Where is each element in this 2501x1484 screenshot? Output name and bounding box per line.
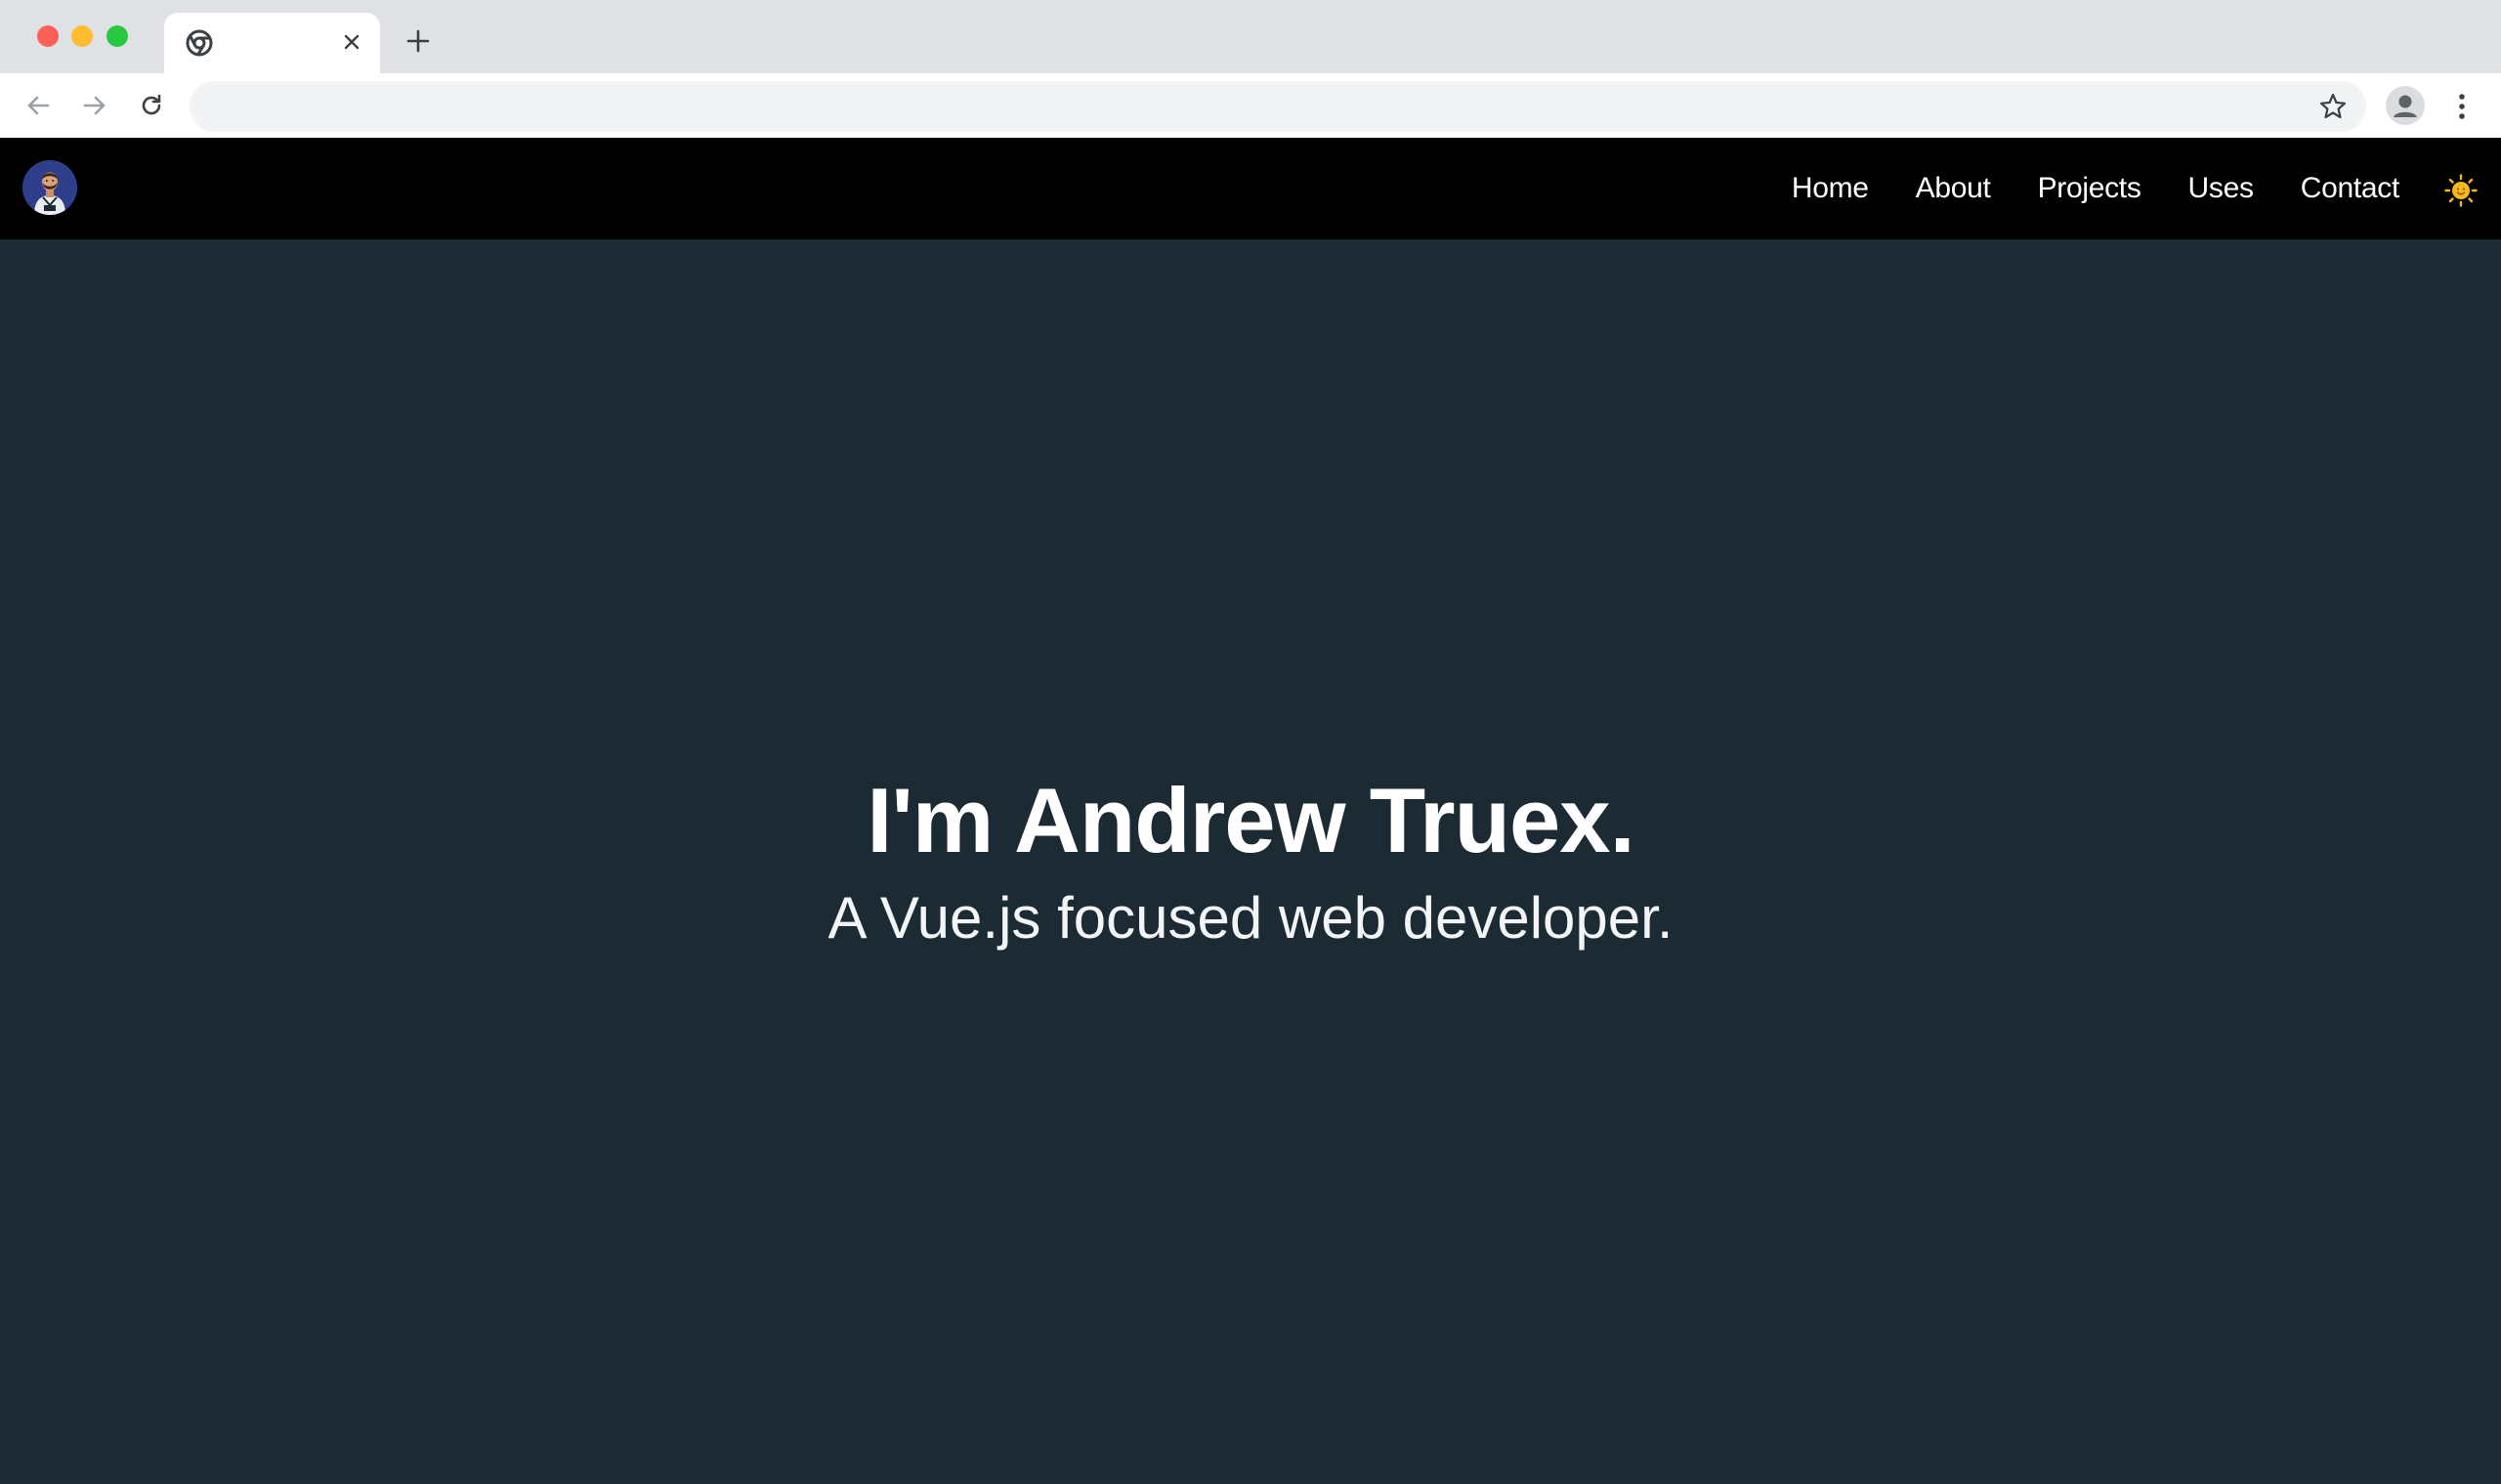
- maximize-window-button[interactable]: [106, 25, 128, 47]
- close-window-button[interactable]: [37, 25, 59, 47]
- star-icon[interactable]: [2317, 91, 2349, 122]
- reload-icon[interactable]: [135, 89, 168, 122]
- browser-toolbar: [0, 73, 2501, 138]
- chrome-icon: [186, 29, 213, 57]
- nav-links: Home About Projects Uses Contact: [1792, 138, 2399, 239]
- profile-icon[interactable]: [2386, 86, 2425, 125]
- hero-subtitle: A Vue.js focused web developer.: [827, 885, 1674, 951]
- plus-icon[interactable]: [404, 27, 432, 55]
- kebab-icon[interactable]: [2448, 87, 2476, 126]
- minimize-window-button[interactable]: [71, 25, 93, 47]
- nav-link-uses[interactable]: Uses: [2188, 172, 2254, 205]
- browser-tab[interactable]: [164, 13, 380, 73]
- arrow-right-icon[interactable]: [78, 89, 111, 122]
- site-navbar: Home About Projects Uses Contact: [0, 138, 2501, 239]
- tab-strip: [0, 0, 2501, 73]
- avatar-logo[interactable]: [22, 160, 77, 215]
- nav-link-about[interactable]: About: [1916, 172, 1991, 205]
- nav-link-projects[interactable]: Projects: [2038, 172, 2141, 205]
- nav-link-contact[interactable]: Contact: [2301, 172, 2400, 205]
- sun-icon[interactable]: [2444, 174, 2478, 207]
- hero-section: I'm Andrew Truex. A Vue.js focused web d…: [0, 239, 2501, 1484]
- browser-window: Home About Projects Uses Contact I'm And…: [0, 0, 2501, 1484]
- hero-title: I'm Andrew Truex.: [867, 769, 1634, 871]
- nav-link-home[interactable]: Home: [1792, 172, 1869, 205]
- close-icon[interactable]: [338, 28, 365, 56]
- arrow-left-icon[interactable]: [21, 89, 55, 122]
- address-input[interactable]: [219, 81, 2270, 132]
- address-bar[interactable]: [190, 81, 2366, 132]
